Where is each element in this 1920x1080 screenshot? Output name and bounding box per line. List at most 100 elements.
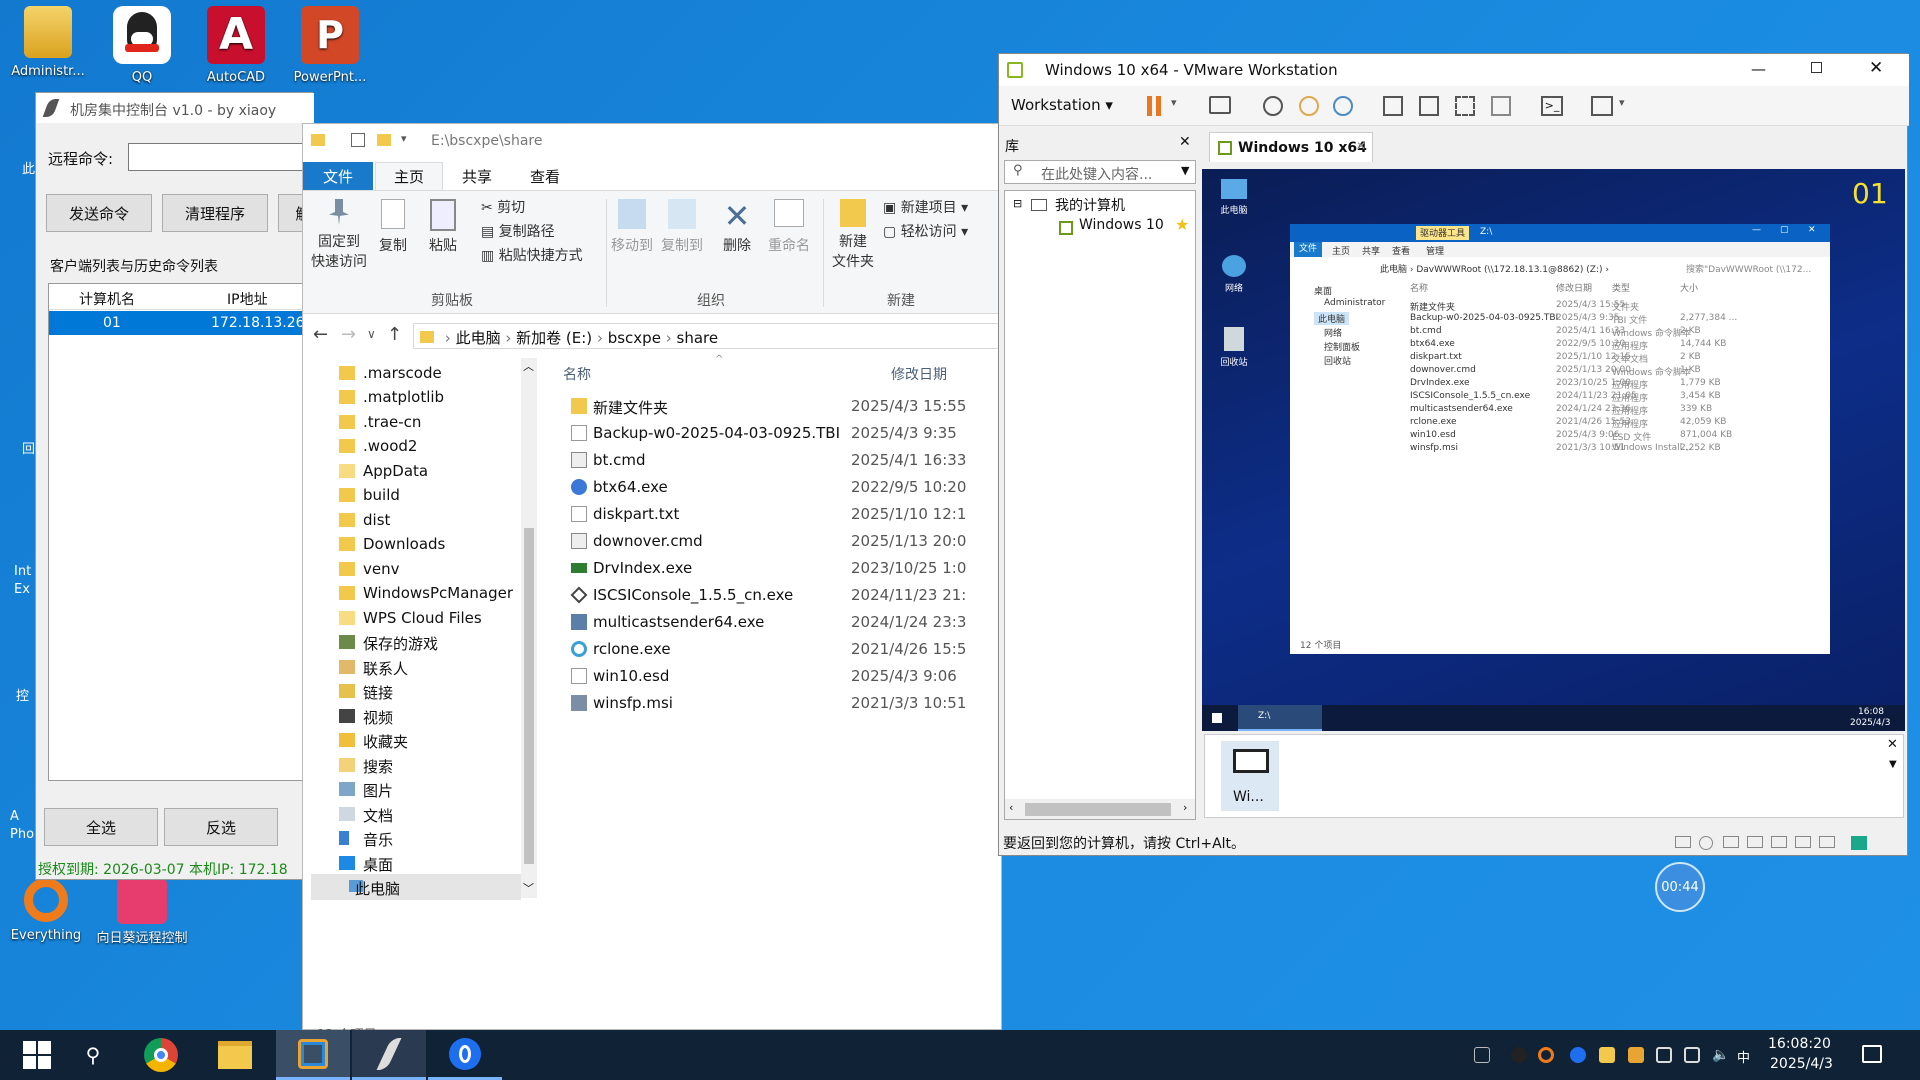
scroll-thumb[interactable] (1025, 803, 1171, 816)
pause-icon[interactable] (1147, 96, 1152, 116)
file-row[interactable]: winsfp.msi 2021/3/3 10:51 (563, 690, 1003, 717)
vm-tab[interactable]: Windows 10 x64 ✕ (1209, 132, 1373, 162)
desktop-icon-autocad[interactable]: A AutoCAD (190, 6, 282, 85)
thumbnail-bar-icon[interactable] (1419, 96, 1439, 116)
move-to-button[interactable]: 移动到 (609, 199, 655, 255)
windows-start-icon[interactable] (1212, 713, 1222, 723)
tab-view[interactable]: 查看 (513, 162, 577, 190)
tab-file[interactable]: 文件 (303, 162, 373, 190)
guest-icon-network[interactable]: 网络 (1212, 255, 1256, 294)
todesk-tray-icon[interactable] (1570, 1047, 1586, 1063)
back-arrow-icon[interactable]: ← (313, 324, 328, 345)
taskbar-explorer[interactable] (198, 1030, 272, 1080)
invert-select-button[interactable]: 反选 (164, 808, 278, 846)
close-icon[interactable]: ✕ (1356, 139, 1366, 153)
file-row[interactable]: bt.cmd 2025/4/1 16:33 (563, 447, 1003, 474)
close-icon[interactable]: ✕ (1887, 737, 1898, 752)
file-row[interactable]: downover.cmd 2025/1/13 20:0 (563, 528, 1003, 555)
breadcrumb-item[interactable]: bscxpe (608, 329, 661, 347)
rename-button[interactable]: 重命名 (765, 199, 813, 255)
folder-icon[interactable] (377, 134, 391, 146)
tab-share[interactable]: 共享 (445, 162, 509, 190)
up-arrow-icon[interactable]: ↑ (387, 324, 402, 345)
file-row[interactable]: btx64.exe 2022/9/5 10:20 (563, 474, 1003, 501)
breadcrumb-item[interactable]: 新加卷 (E:) (516, 329, 592, 347)
col-header-name[interactable]: 名称 (563, 364, 591, 384)
taskbar-chrome[interactable] (124, 1030, 198, 1080)
cut-button[interactable]: ✂ 剪切 (481, 197, 525, 217)
desktop-icon-qq[interactable]: QQ (96, 6, 188, 85)
folder-tray-icon[interactable] (1599, 1047, 1615, 1063)
desktop-icon-sunlogin[interactable]: 向日葵远程控制 (96, 878, 188, 947)
breadcrumb[interactable]: › 此电脑 › 新加卷 (E:) › bscxpe › share (413, 323, 1003, 349)
file-row[interactable]: Backup-w0-2025-04-03-0925.TBI 2025/4/3 9:… (563, 420, 1003, 447)
search-button[interactable]: ⚲ (56, 1030, 130, 1080)
snapshot-manager-icon[interactable] (1333, 96, 1353, 116)
desktop-icon-everything[interactable]: Everything (0, 878, 92, 943)
col-header-date[interactable]: 修改日期 (891, 364, 947, 384)
file-row[interactable]: rclone.exe 2021/4/26 15:5 (563, 636, 1003, 663)
breadcrumb-item[interactable]: 此电脑 (456, 329, 501, 347)
workstation-menu[interactable]: Workstation ▾ (1011, 96, 1113, 114)
taskbar-vmware[interactable] (276, 1030, 350, 1080)
pin-quick-access-button[interactable]: 固定到 快速访问 (309, 199, 369, 271)
chevron-down-icon[interactable]: ▾ (1619, 96, 1625, 109)
guest-taskbar-item[interactable]: Z:\ (1238, 705, 1322, 731)
vm-guest-screen[interactable]: 01 此电脑 网络 回收站 驱动器工具 Z:\ — ▢ ✕ 文件 主页 共享 查… (1202, 169, 1905, 731)
tree-root[interactable]: 我的计算机 (1055, 195, 1125, 215)
send-command-button[interactable]: 发送命令 (46, 194, 152, 232)
taskbar-todesk[interactable] (428, 1030, 502, 1080)
file-row[interactable]: multicastsender64.exe 2024/1/24 23:3 (563, 609, 1003, 636)
breadcrumb-item[interactable]: share (677, 329, 719, 347)
everything-tray-icon[interactable] (1538, 1047, 1554, 1063)
copy-button[interactable]: 复制 (373, 199, 413, 255)
floating-timer[interactable]: 00:44 (1655, 862, 1705, 912)
sidebar-toggle-icon[interactable] (1383, 96, 1403, 116)
file-row[interactable]: ISCSIConsole_1.5.5_cn.exe 2024/11/23 21: (563, 582, 1003, 609)
guest-explorer-window[interactable]: 驱动器工具 Z:\ — ▢ ✕ 文件 主页 共享 查看 管理 此电脑 › Dav… (1290, 224, 1830, 654)
copy-to-button[interactable]: 复制到 (659, 199, 705, 255)
tab-home[interactable]: 主页 (375, 162, 443, 190)
stretch-icon[interactable] (1591, 96, 1613, 116)
paste-shortcut-button[interactable]: ▥ 粘贴快捷方式 (481, 245, 583, 265)
new-folder-button[interactable]: 新建 文件夹 (827, 199, 879, 271)
remote-cmd-input[interactable] (128, 143, 314, 171)
library-search[interactable]: ⚲ 在此处键入内容... ▼ (1004, 160, 1196, 184)
keyboard-icon[interactable] (1474, 1047, 1490, 1063)
tree-vm-item[interactable]: Windows 10 (1079, 217, 1164, 233)
file-row[interactable]: 新建文件夹 2025/4/3 15:55 (563, 393, 1003, 420)
easy-access-button[interactable]: ▢ 轻松访问 ▾ (883, 221, 968, 241)
fullscreen-icon[interactable] (1455, 96, 1475, 116)
desktop-icon-powerpoint[interactable]: P PowerPnt... (284, 6, 376, 85)
qq-tray-icon[interactable] (1511, 1047, 1527, 1063)
chevron-down-icon[interactable]: ▾ (1171, 96, 1177, 109)
library-hscroll[interactable]: ‹ › (1005, 799, 1195, 819)
col-ip[interactable]: IP地址 (227, 289, 268, 309)
desktop-icon-administrator[interactable]: Administr... (2, 6, 94, 79)
console-view-icon[interactable]: >_ (1541, 96, 1563, 116)
collapse-icon[interactable]: ⊟ (1013, 197, 1022, 210)
chevron-down-icon[interactable]: ▾ (401, 132, 407, 145)
revert-snapshot-icon[interactable] (1299, 96, 1319, 116)
unity-icon[interactable] (1491, 96, 1511, 116)
guest-icon-recycle[interactable]: 回收站 (1212, 327, 1256, 368)
notification-icon[interactable] (1862, 1045, 1882, 1063)
shield-tray-icon[interactable] (1628, 1047, 1644, 1063)
clock-date[interactable]: 2025/4/3 (1770, 1056, 1833, 1072)
maximize-icon[interactable] (1811, 62, 1822, 73)
checkbox-icon[interactable] (351, 133, 365, 147)
volume-icon[interactable]: 🔈 (1712, 1047, 1729, 1063)
recent-chevron-icon[interactable]: ∨ (367, 327, 376, 341)
clock-time[interactable]: 16:08:20 (1768, 1036, 1831, 1052)
chevron-down-icon[interactable]: ▼ (1181, 164, 1189, 177)
forward-arrow-icon[interactable]: → (341, 324, 356, 345)
paste-button[interactable]: 粘贴 (423, 199, 463, 255)
network-tray-icon[interactable] (1684, 1047, 1700, 1063)
guest-icon-this-pc[interactable]: 此电脑 (1212, 179, 1256, 216)
minimize-icon[interactable]: — (1751, 60, 1766, 78)
close-icon[interactable]: ✕ (1869, 58, 1883, 78)
device-status-icons[interactable] (1675, 834, 1905, 852)
security-tray-icon[interactable] (1656, 1047, 1672, 1063)
chevron-down-icon[interactable]: ▼ (1889, 759, 1897, 770)
copy-path-button[interactable]: ▤ 复制路径 (481, 221, 555, 241)
